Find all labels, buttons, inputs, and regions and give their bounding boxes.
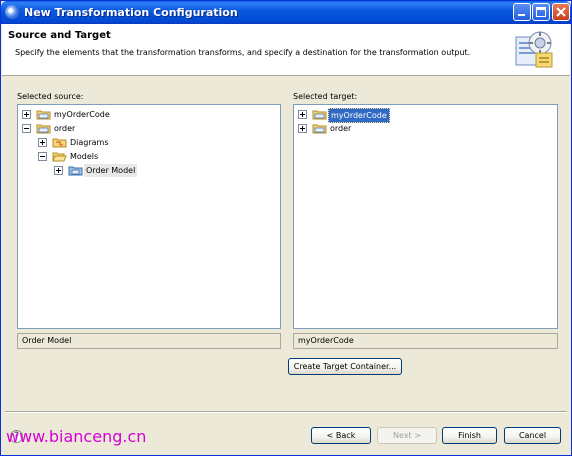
header-banner: Source and Target Specify the elements t… bbox=[2, 24, 570, 76]
minimize-button[interactable] bbox=[513, 3, 531, 21]
next-button[interactable]: Next > bbox=[377, 427, 437, 444]
close-icon bbox=[556, 7, 566, 17]
minimize-icon bbox=[518, 14, 525, 16]
project-folder-icon bbox=[312, 124, 327, 134]
tree-node-label: order bbox=[330, 124, 352, 133]
page-title: Source and Target bbox=[8, 30, 111, 41]
watermark-text: www.bianceng.cn bbox=[6, 427, 147, 446]
collapse-icon[interactable] bbox=[38, 152, 47, 161]
source-tree[interactable]: myOrderCode order Diagrams Models Order … bbox=[17, 104, 281, 329]
back-button[interactable]: < Back bbox=[311, 427, 371, 444]
folder-open-icon bbox=[52, 152, 67, 162]
expand-icon[interactable] bbox=[38, 138, 47, 147]
collapse-icon[interactable] bbox=[22, 124, 31, 133]
expand-icon[interactable] bbox=[54, 166, 63, 175]
tree-node-label: Order Model bbox=[84, 164, 138, 177]
page-description: Specify the elements that the transforma… bbox=[15, 48, 471, 57]
project-folder-icon bbox=[36, 124, 51, 134]
app-icon bbox=[5, 5, 19, 19]
dialog-window: New Transformation Configuration Source … bbox=[0, 0, 572, 456]
tree-node-label: myOrderCode bbox=[328, 108, 390, 123]
maximize-button[interactable] bbox=[532, 3, 550, 21]
expand-icon[interactable] bbox=[298, 110, 307, 119]
expand-icon[interactable] bbox=[298, 124, 307, 133]
tree-node-label: Diagrams bbox=[70, 138, 109, 147]
folder-icon bbox=[52, 138, 67, 148]
finish-button[interactable]: Finish bbox=[442, 427, 497, 444]
tree-node-label: myOrderCode bbox=[54, 110, 110, 119]
title-bar[interactable]: New Transformation Configuration bbox=[1, 1, 571, 24]
cancel-button[interactable]: Cancel bbox=[504, 427, 561, 444]
close-button[interactable] bbox=[552, 3, 570, 21]
window-title: New Transformation Configuration bbox=[24, 6, 238, 19]
maximize-icon bbox=[536, 7, 546, 17]
target-tree[interactable]: myOrderCode order bbox=[293, 104, 558, 329]
model-icon bbox=[68, 166, 83, 176]
create-target-container-button[interactable]: Create Target Container... bbox=[288, 358, 402, 375]
source-selection-field: Order Model bbox=[17, 333, 281, 349]
tree-node-label: Models bbox=[70, 152, 99, 161]
expand-icon[interactable] bbox=[22, 110, 31, 119]
target-label: Selected target: bbox=[293, 92, 358, 101]
source-label: Selected source: bbox=[17, 92, 84, 101]
separator bbox=[5, 411, 567, 413]
tree-node-label: order bbox=[54, 124, 76, 133]
target-selection-field: myOrderCode bbox=[293, 333, 558, 349]
project-folder-icon bbox=[36, 110, 51, 120]
project-folder-icon bbox=[312, 110, 327, 120]
wizard-config-icon bbox=[515, 31, 553, 68]
